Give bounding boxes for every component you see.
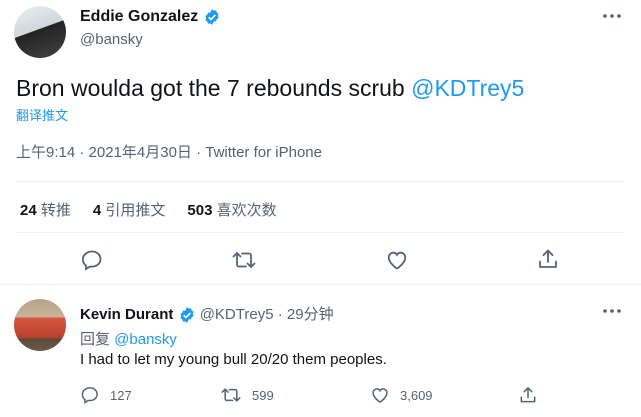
divider [0, 284, 641, 285]
reply-author-name[interactable]: Kevin Durant [80, 306, 173, 323]
translate-link[interactable]: 翻译推文 [16, 105, 68, 124]
like-icon[interactable]: 3,609 [370, 385, 433, 405]
reply-text: I had to let my young bull 20/20 them pe… [80, 351, 387, 368]
author-name-row: Eddie Gonzalez [80, 8, 221, 26]
verified-icon [178, 306, 196, 324]
retweet-count: 599 [252, 387, 274, 403]
reply-header: Kevin Durant @KDTrey5 · 29分钟 [80, 303, 334, 324]
tweet-stats: 24 转推 4 引用推文 503 喜欢次数 [20, 199, 277, 220]
divider [16, 181, 625, 182]
author-name[interactable]: Eddie Gonzalez [80, 8, 198, 25]
share-icon[interactable] [518, 385, 538, 405]
replying-to: 回复 @bansky [80, 331, 177, 348]
more-icon[interactable] [600, 6, 624, 26]
replying-to-handle[interactable]: @bansky [114, 331, 177, 348]
stat-likes[interactable]: 503 喜欢次数 [187, 199, 276, 220]
tweet-text-main: Bron woulda got the 7 rebounds scrub [16, 75, 412, 101]
reply-time[interactable]: · 29分钟 [278, 306, 334, 323]
stat-quotes[interactable]: 4 引用推文 [93, 199, 166, 220]
like-icon[interactable] [385, 248, 409, 272]
verified-icon [203, 8, 221, 26]
share-icon[interactable] [536, 247, 560, 271]
reply-author-avatar[interactable] [14, 299, 66, 351]
more-icon[interactable] [600, 301, 624, 321]
tweet-text: Bron woulda got the 7 rebounds scrub @KD… [16, 74, 524, 102]
author-avatar[interactable] [14, 6, 66, 58]
author-handle[interactable]: @bansky [80, 31, 143, 48]
reply-count: 127 [110, 387, 132, 403]
reply-icon[interactable]: 127 [80, 385, 132, 405]
retweet-icon[interactable] [231, 248, 257, 272]
tweet-mention[interactable]: @KDTrey5 [411, 75, 524, 101]
retweet-icon[interactable]: 599 [220, 385, 274, 405]
reply-icon[interactable] [80, 248, 104, 272]
stat-retweets[interactable]: 24 转推 [20, 199, 71, 220]
like-count: 3,609 [400, 387, 433, 403]
tweet-meta: 上午9:14 · 2021年4月30日 · Twitter for iPhone [16, 144, 322, 161]
divider [16, 232, 625, 233]
reply-author-handle[interactable]: @KDTrey5 [200, 306, 274, 323]
